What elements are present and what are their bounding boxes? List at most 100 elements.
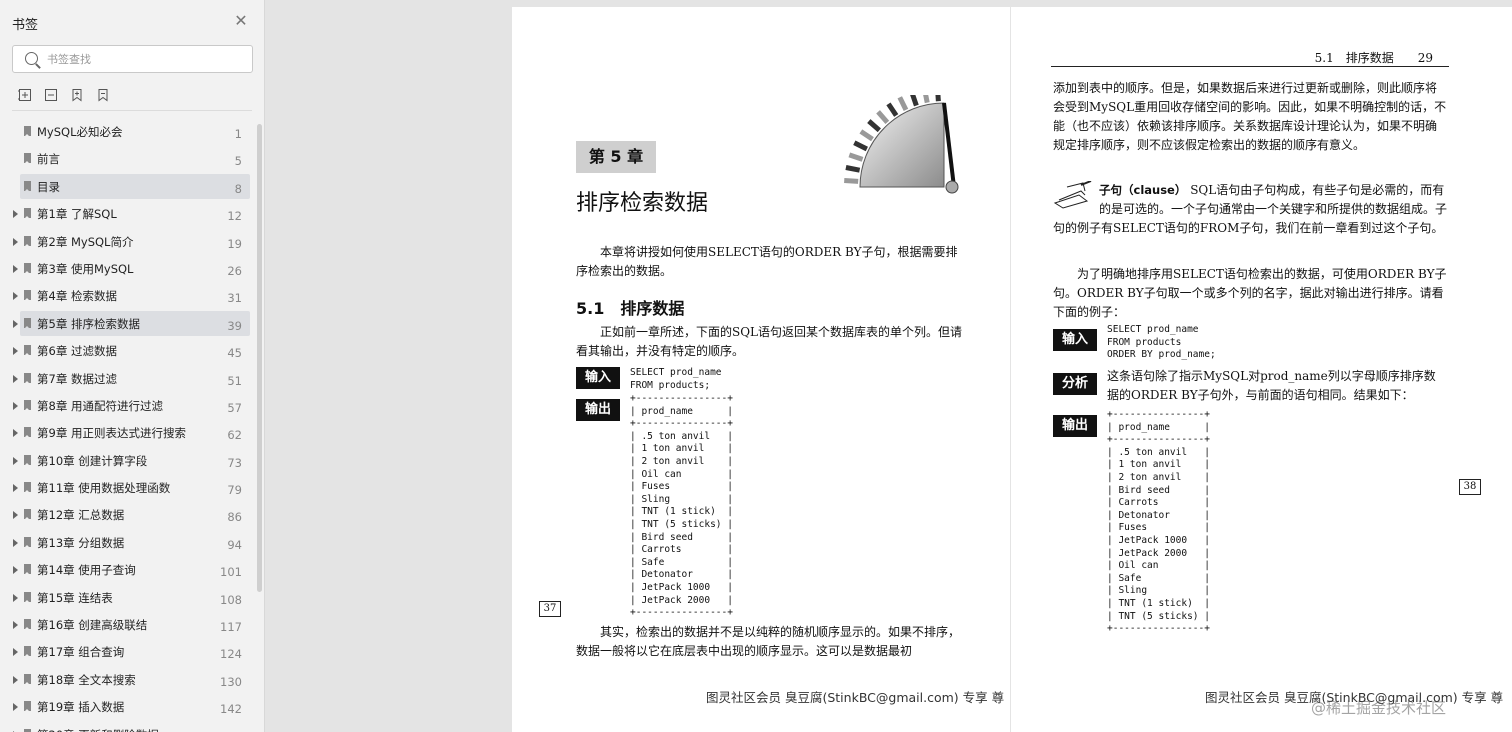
- bookmark-page-number: 39: [227, 318, 242, 333]
- bookmark-item[interactable]: 第9章 用正则表达式进行搜索 62: [0, 419, 256, 446]
- bookmark-label: 第17章 组合查询: [37, 645, 125, 660]
- bookmark-item[interactable]: 第20章 更新和删除数据: [0, 721, 256, 732]
- bookmark-item[interactable]: 第19章 插入数据 142: [0, 693, 256, 720]
- bookmark-page-number: 94: [227, 537, 242, 552]
- bookmark-label: 第11章 使用数据处理函数: [37, 481, 171, 496]
- bookmark-item[interactable]: 第8章 用通配符进行过滤 57: [0, 392, 256, 419]
- bookmark-label: 第13章 分组数据: [37, 535, 125, 550]
- body-paragraph: 这条语句除了指示MySQL对prod_name列以字母顺序排序数据的ORDER …: [1107, 369, 1436, 402]
- chapter-intro: 本章将讲授如何使用SELECT语句的ORDER BY子句，根据需要排序检索出的数…: [576, 245, 958, 278]
- bookmark-label: 第4章 检索数据: [37, 289, 117, 304]
- bookmark-search-box[interactable]: [12, 45, 253, 73]
- bookmark-icon: [24, 235, 31, 247]
- expand-arrow-icon[interactable]: [13, 593, 18, 602]
- bookmark-icon: [24, 290, 31, 302]
- chapter-gauge-illustration: [844, 95, 959, 194]
- bookmark-sidebar: 书签 ✕ MySQL必知必会 1 前言 5 目录 8 第1章 了解SQL 12 第2章 MySQ…: [0, 0, 265, 732]
- expand-arrow-icon[interactable]: [13, 210, 18, 219]
- input-tag: 输入: [576, 367, 620, 389]
- bookmark-item[interactable]: 第6章 过滤数据 45: [0, 337, 256, 364]
- bookmark-page-number: 45: [227, 346, 242, 361]
- expand-arrow-icon[interactable]: [13, 511, 18, 520]
- expand-arrow-icon[interactable]: [13, 292, 18, 301]
- bookmark-item[interactable]: 目录 8: [0, 173, 256, 200]
- expand-arrow-icon[interactable]: [13, 401, 18, 410]
- bookmark-page-number: 124: [220, 647, 242, 662]
- expand-all-icon[interactable]: [18, 88, 32, 102]
- expand-arrow-icon[interactable]: [13, 319, 18, 328]
- bookmark-page-number: 130: [220, 674, 242, 689]
- bookmark-item[interactable]: 第7章 数据过滤 51: [0, 365, 256, 392]
- sidebar-toolbar: [18, 88, 110, 104]
- bookmark-icon: [24, 591, 31, 603]
- bookmark-label: 前言: [37, 152, 60, 167]
- bookmark-page-number: 26: [227, 263, 242, 278]
- expand-arrow-icon[interactable]: [13, 237, 18, 246]
- add-bookmark-icon[interactable]: [70, 88, 84, 102]
- expand-arrow-icon[interactable]: [13, 429, 18, 438]
- bookmark-item[interactable]: 第17章 组合查询 124: [0, 638, 256, 665]
- bookmark-item[interactable]: 第5章 排序检索数据 39: [0, 310, 256, 337]
- bookmark-label: 第2章 MySQL简介: [37, 234, 134, 249]
- bookmark-item[interactable]: 第18章 全文本搜索 130: [0, 666, 256, 693]
- bookmark-item[interactable]: MySQL必知必会 1: [0, 118, 256, 145]
- code-output: +----------------+ | prod_name | +------…: [630, 393, 733, 619]
- code-input: SELECT prod_name FROM products ORDER BY …: [1107, 324, 1216, 361]
- collapse-all-icon[interactable]: [44, 88, 58, 102]
- bookmark-icon: [24, 208, 31, 220]
- expand-arrow-icon[interactable]: [13, 621, 18, 630]
- bookmark-search-input[interactable]: [47, 50, 247, 68]
- output-tag: 输出: [576, 399, 620, 421]
- bookmark-label: 第6章 过滤数据: [37, 344, 117, 359]
- bookmark-page-number: 8: [234, 181, 242, 196]
- bookmark-icon: [24, 180, 31, 192]
- bookmark-item[interactable]: 第4章 检索数据 31: [0, 282, 256, 309]
- expand-arrow-icon[interactable]: [13, 484, 18, 493]
- chapter-title: 排序检索数据: [576, 191, 709, 216]
- bookmark-label: 第18章 全文本搜索: [37, 672, 136, 687]
- bookmark-icon: [24, 673, 31, 685]
- expand-arrow-icon[interactable]: [13, 703, 18, 712]
- expand-arrow-icon[interactable]: [13, 264, 18, 273]
- remove-bookmark-icon[interactable]: [96, 88, 110, 102]
- bookmark-label: 第3章 使用MySQL: [37, 261, 134, 276]
- bookmark-item[interactable]: 第13章 分组数据 94: [0, 529, 256, 556]
- sidebar-scrollbar[interactable]: [257, 124, 262, 592]
- bookmark-page-number: 117: [220, 620, 242, 635]
- bookmark-icon: [24, 399, 31, 411]
- bookmark-item[interactable]: 第12章 汇总数据 86: [0, 501, 256, 528]
- bookmark-page-number: 86: [227, 510, 242, 525]
- sidebar-divider: [12, 110, 252, 111]
- watermark: @稀土掘金技术社区: [1311, 699, 1447, 717]
- bookmark-icon: [24, 701, 31, 713]
- expand-arrow-icon[interactable]: [13, 675, 18, 684]
- page-footer: 图灵社区会员 臭豆腐(StinkBC@gmail.com) 专享 尊: [706, 690, 1005, 705]
- bookmark-item[interactable]: 第16章 创建高级联结 117: [0, 611, 256, 638]
- bookmark-label: 第12章 汇总数据: [37, 508, 125, 523]
- expand-arrow-icon[interactable]: [13, 648, 18, 657]
- bookmark-item[interactable]: 第11章 使用数据处理函数 79: [0, 474, 256, 501]
- expand-arrow-icon[interactable]: [13, 538, 18, 547]
- section-title: 5.1 排序数据: [576, 299, 685, 318]
- bookmark-item[interactable]: 前言 5: [0, 145, 256, 172]
- page-number-box: 38: [1459, 479, 1481, 495]
- expand-arrow-icon[interactable]: [13, 347, 18, 356]
- close-icon[interactable]: ✕: [234, 13, 248, 29]
- note-icon: [1053, 181, 1092, 209]
- bookmark-item[interactable]: 第1章 了解SQL 12: [0, 200, 256, 227]
- bookmark-item[interactable]: 第2章 MySQL简介 19: [0, 228, 256, 255]
- input-tag: 输入: [1053, 329, 1097, 351]
- expand-arrow-icon[interactable]: [13, 456, 18, 465]
- bookmark-icon: [24, 619, 31, 631]
- bookmark-icon: [24, 372, 31, 384]
- pdf-page-right: 5.1 排序数据 29 添加到表中的顺序。但是，如果数据后来进行过更新或删除，则…: [1011, 7, 1512, 732]
- bookmark-item[interactable]: 第3章 使用MySQL 26: [0, 255, 256, 282]
- bookmark-icon: [24, 728, 31, 732]
- bookmark-item[interactable]: 第15章 连结表 108: [0, 584, 256, 611]
- expand-arrow-icon[interactable]: [13, 374, 18, 383]
- bookmark-item[interactable]: 第14章 使用子查询 101: [0, 556, 256, 583]
- bookmark-item[interactable]: 第10章 创建计算字段 73: [0, 447, 256, 474]
- expand-arrow-icon[interactable]: [13, 566, 18, 575]
- bookmark-icon: [24, 536, 31, 548]
- note-title: 子句（clause）: [1099, 183, 1187, 197]
